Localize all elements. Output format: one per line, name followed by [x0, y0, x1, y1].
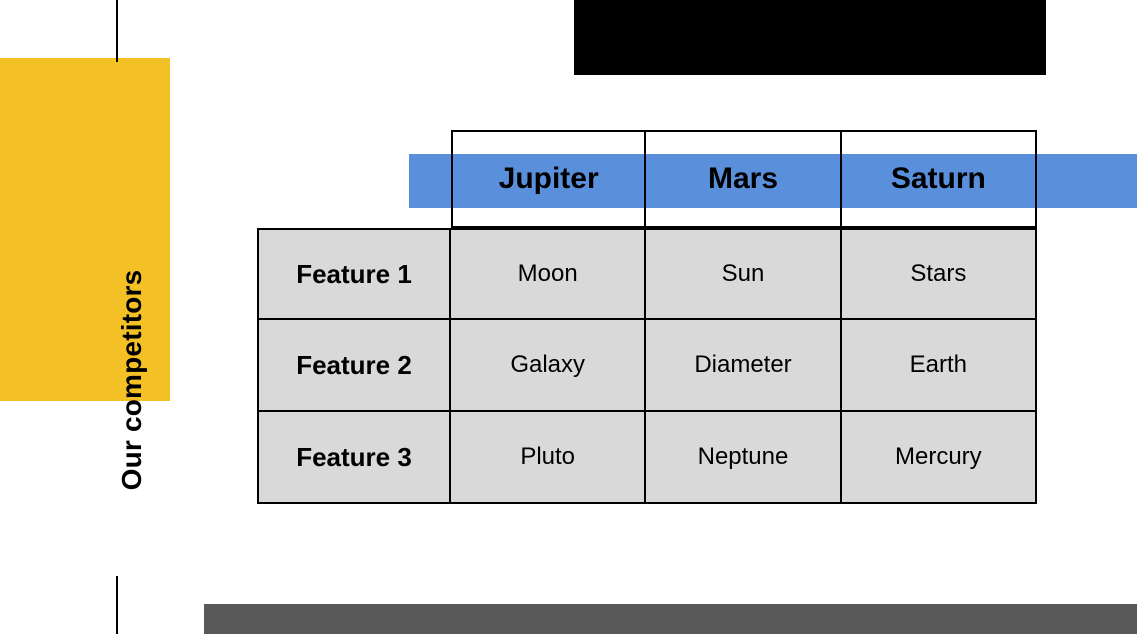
table-cell-value: Diameter — [694, 351, 791, 379]
table-row: Feature 3 Pluto Neptune Mercury — [257, 412, 1037, 504]
row-header: Feature 2 — [257, 320, 451, 412]
column-header-label: Jupiter — [499, 162, 599, 196]
decor-black-top — [574, 0, 1046, 75]
decor-gray-bottom — [204, 604, 1137, 634]
table-cell-value: Moon — [518, 260, 578, 288]
slide-title: Our competitors — [116, 270, 148, 491]
table-cell: Pluto — [451, 412, 646, 504]
table-cell-value: Sun — [722, 260, 765, 288]
table-cell-value: Stars — [910, 260, 966, 288]
column-header: Saturn — [842, 130, 1037, 228]
slide: Our competitors Jupiter Mars Saturn Feat… — [0, 0, 1137, 634]
row-header-label: Feature 1 — [296, 259, 412, 290]
column-header: Jupiter — [451, 130, 646, 228]
table-cell: Neptune — [646, 412, 841, 504]
table-row: Feature 1 Moon Sun Stars — [257, 228, 1037, 320]
table-cell: Diameter — [646, 320, 841, 412]
decor-vertical-line-bottom — [116, 576, 118, 634]
row-header: Feature 1 — [257, 228, 451, 320]
table-cell-value: Galaxy — [510, 351, 585, 379]
row-header-label: Feature 2 — [296, 350, 412, 381]
table-cell: Moon — [451, 228, 646, 320]
row-header: Feature 3 — [257, 412, 451, 504]
table-cell-value: Mercury — [895, 443, 982, 471]
decor-vertical-line-top — [116, 0, 118, 62]
table-cell: Sun — [646, 228, 841, 320]
column-header-label: Saturn — [891, 162, 986, 196]
table-header-row: Jupiter Mars Saturn — [451, 130, 1037, 228]
table-cell: Galaxy — [451, 320, 646, 412]
table-body: Feature 1 Moon Sun Stars Feature 2 Galax… — [257, 228, 1037, 504]
table-row: Feature 2 Galaxy Diameter Earth — [257, 320, 1037, 412]
column-header-label: Mars — [708, 162, 778, 196]
table-cell: Earth — [842, 320, 1037, 412]
column-header: Mars — [646, 130, 841, 228]
table-cell-value: Pluto — [520, 443, 575, 471]
table-cell-value: Earth — [910, 351, 967, 379]
table-cell-value: Neptune — [698, 443, 789, 471]
row-header-label: Feature 3 — [296, 442, 412, 473]
table-cell: Mercury — [842, 412, 1037, 504]
table-cell: Stars — [842, 228, 1037, 320]
